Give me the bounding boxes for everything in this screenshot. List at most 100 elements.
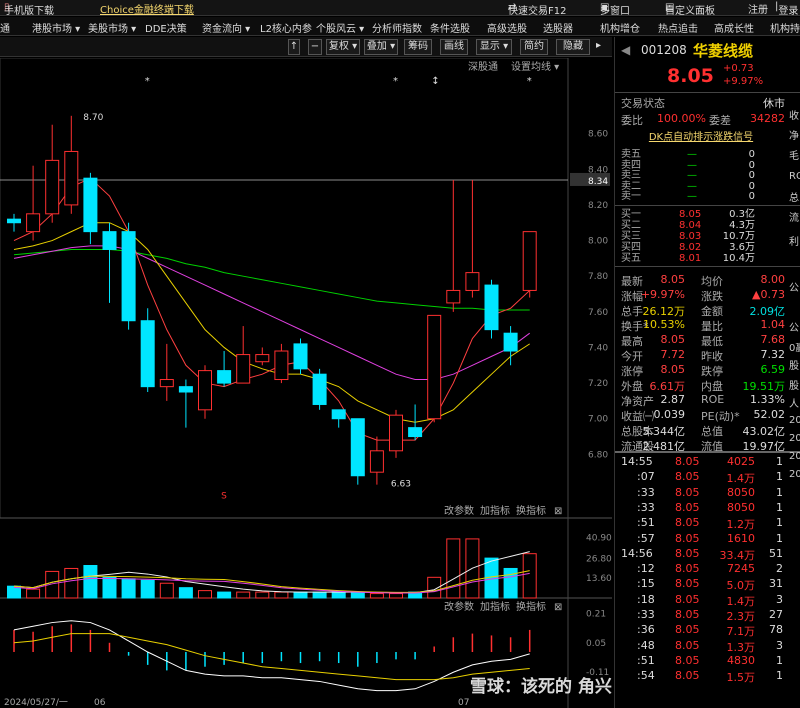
event-marker[interactable]: *	[393, 76, 398, 87]
date-label: 07	[458, 698, 469, 708]
menu-item[interactable]: 个股风云 ▾	[316, 20, 364, 35]
candle-body[interactable]	[389, 414, 403, 452]
book-divider	[615, 266, 800, 267]
candle-body[interactable]	[140, 320, 155, 388]
vol-edit-params-button[interactable]: 改参数	[444, 504, 474, 517]
tick-row: :33 8.05 8050 1	[637, 485, 783, 499]
edge-label: 20	[789, 415, 800, 426]
menu-item[interactable]: 条件选股	[430, 20, 470, 35]
toolbar-button[interactable]: 筹码	[404, 39, 432, 55]
candle-body[interactable]	[26, 213, 41, 233]
stat-row: 总手 26.12万 金额 2.09亿	[621, 305, 785, 318]
tick-row: :48 8.05 1.3万 3	[637, 638, 783, 654]
register-link[interactable]: 注册	[748, 1, 768, 16]
macd-switch-indicator-button[interactable]: 换指标	[516, 600, 546, 613]
login-link[interactable]: | 登录	[775, 1, 798, 17]
vol-close-icon[interactable]: ⊠	[554, 506, 562, 517]
ask-row[interactable]: 卖五 —0	[615, 149, 787, 160]
menu-item[interactable]: 高级选股	[487, 20, 527, 35]
dif-line	[13, 620, 530, 692]
bid-row[interactable]: 买一 8.05 0.3亿	[615, 209, 787, 220]
menu-item[interactable]: 高成长性	[714, 20, 754, 35]
vol-switch-indicator-button[interactable]: 换指标	[516, 504, 546, 517]
toolbar-button[interactable]: 简约	[520, 39, 548, 55]
tick-row: :15 8.05 5.0万 31	[637, 577, 783, 593]
candle-body[interactable]	[178, 386, 193, 393]
dk-signal-link[interactable]: DK点自动排示涨跌信号	[615, 130, 787, 146]
toolbar-arrow-icon[interactable]: ▸	[596, 40, 601, 51]
ask-row[interactable]: 卖一 —0	[615, 191, 787, 202]
candle-body[interactable]	[312, 373, 327, 405]
candle-body[interactable]	[121, 231, 136, 322]
volume-bar	[26, 588, 41, 599]
toolbar-button[interactable]: 复权 ▾	[326, 39, 360, 55]
sgt-label[interactable]: 深股通	[468, 61, 498, 73]
menu-item[interactable]: 通	[0, 20, 10, 35]
menu-item[interactable]: 资金流向 ▾	[202, 20, 250, 35]
tick-row: :33 8.05 8050 1	[637, 500, 783, 514]
macd-add-indicator-button[interactable]: 加指标	[480, 600, 510, 613]
toolbar-button[interactable]: ↑	[288, 39, 300, 55]
bid-row[interactable]: 买五 8.01 10.4万	[615, 253, 787, 264]
toolbar-button[interactable]: 画线	[440, 39, 468, 55]
toolbar-button[interactable]: 显示 ▾	[476, 39, 512, 55]
candle-body[interactable]	[331, 409, 346, 420]
event-marker[interactable]: *	[527, 76, 532, 87]
stat-row: 涨幅 +9.97% 涨跌 ▲0.73	[621, 288, 785, 303]
menu-item[interactable]: 美股市场 ▾	[88, 20, 136, 35]
edge-label: 公	[789, 323, 799, 334]
choice-download-link[interactable]: Choice金融终端下载	[100, 1, 194, 16]
candle-body[interactable]	[350, 418, 365, 477]
price-tick-label: 7.20	[588, 379, 608, 389]
volume-bar	[236, 591, 251, 599]
bid-row[interactable]: 买二 8.04 4.3万	[615, 220, 787, 231]
candle-body[interactable]	[522, 231, 537, 291]
candle-body[interactable]	[83, 177, 98, 233]
set-ma-button[interactable]: 设置均线 ▾	[511, 60, 559, 73]
candle-body[interactable]	[427, 314, 442, 420]
menu-item[interactable]: 机构增仓	[600, 20, 640, 35]
menu-item[interactable]: 选股器	[543, 20, 573, 35]
candle-body[interactable]	[7, 218, 21, 224]
candle-body[interactable]	[102, 231, 117, 250]
signal-s-icon[interactable]: S	[221, 492, 227, 502]
ma10-line	[13, 222, 530, 423]
toolbar-button[interactable]: 隐藏	[556, 39, 590, 55]
prev-stock-icon[interactable]: ◀	[621, 43, 630, 57]
candle-body[interactable]	[217, 370, 232, 384]
ask-row[interactable]: 卖二 —0	[615, 181, 787, 192]
candle-body[interactable]	[45, 159, 60, 215]
candle-body[interactable]	[236, 354, 251, 384]
kline-chart[interactable]: 深股通 设置均线 ▾* * ↕ *8.608.408.208.007.807.607.4…	[0, 58, 612, 708]
bid-row[interactable]: 买三 8.03 10.7万	[615, 231, 787, 242]
candle-body[interactable]	[274, 350, 289, 381]
menu-item[interactable]: DDE决策	[145, 20, 187, 35]
menu-item[interactable]: L2核心内参	[260, 20, 312, 35]
menu-item[interactable]: 分析师指数	[372, 20, 422, 35]
candle-body[interactable]	[293, 343, 308, 370]
macd-close-icon[interactable]: ⊠	[554, 602, 562, 613]
event-marker[interactable]: ↕	[431, 76, 439, 87]
menu-item[interactable]: 热点追击	[658, 20, 698, 35]
toolbar-button[interactable]: 叠加 ▾	[364, 39, 398, 55]
candle-body[interactable]	[198, 370, 212, 411]
candle-body[interactable]	[369, 450, 384, 473]
ask-row[interactable]: 卖四 —0	[615, 160, 787, 171]
candle-body[interactable]	[484, 284, 499, 331]
toolbar-button[interactable]: −	[308, 39, 322, 55]
candle-body[interactable]	[446, 289, 461, 304]
menu-item[interactable]: 港股市场 ▾	[32, 20, 80, 35]
candle-body[interactable]	[465, 272, 480, 291]
edge-label: 20	[789, 451, 800, 462]
candle-body[interactable]	[64, 150, 79, 206]
vol-add-indicator-button[interactable]: 加指标	[480, 504, 510, 517]
candle-body[interactable]	[408, 427, 423, 438]
candle-body[interactable]	[159, 379, 174, 388]
event-marker[interactable]: *	[145, 76, 150, 87]
candle-body[interactable]	[503, 332, 518, 352]
macd-edit-params-button[interactable]: 改参数	[444, 600, 474, 613]
ask-row[interactable]: 卖三 —0	[615, 170, 787, 181]
menu-item[interactable]: 机构持	[770, 20, 800, 35]
candle-body[interactable]	[255, 354, 270, 363]
bid-row[interactable]: 买四 8.02 3.6万	[615, 242, 787, 253]
